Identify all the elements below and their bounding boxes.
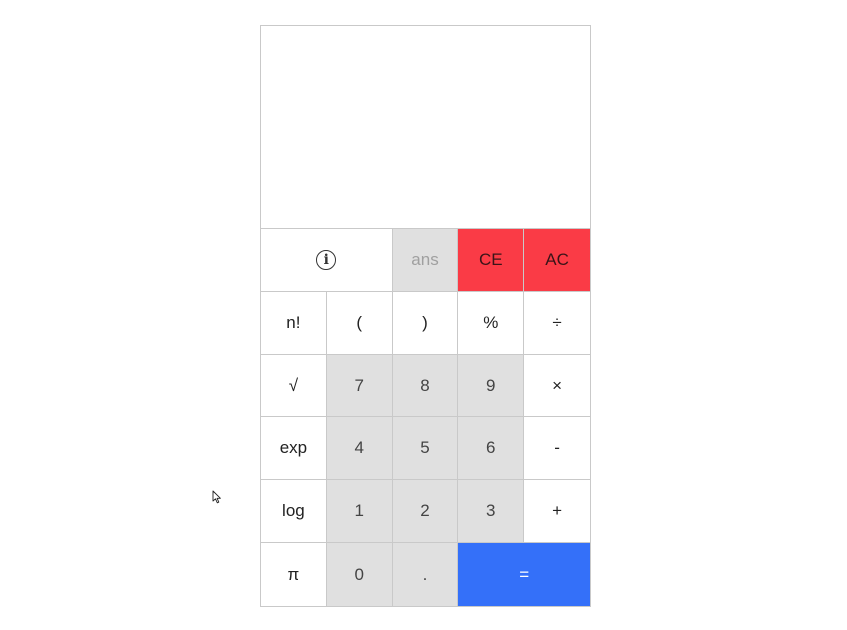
info-button[interactable]: i [261, 229, 393, 292]
keypad: i ans CE AC n! ( ) % ÷ √ 7 8 9 × exp 4 5… [261, 229, 590, 606]
decimal-button[interactable]: . [392, 543, 459, 606]
exp-button[interactable]: exp [261, 417, 327, 481]
pi-button[interactable]: π [261, 543, 327, 606]
open-paren-button[interactable]: ( [326, 291, 393, 355]
factorial-button[interactable]: n! [261, 291, 327, 355]
digit-2-button[interactable]: 2 [392, 480, 459, 544]
digit-1-button[interactable]: 1 [326, 480, 393, 544]
digit-0-button[interactable]: 0 [326, 543, 393, 606]
digit-7-button[interactable]: 7 [326, 354, 393, 418]
divide-button[interactable]: ÷ [524, 291, 590, 355]
digit-5-button[interactable]: 5 [392, 417, 459, 481]
sqrt-button[interactable]: √ [261, 354, 327, 418]
ans-button[interactable]: ans [392, 229, 459, 292]
plus-button[interactable]: + [524, 480, 590, 544]
clear-entry-button[interactable]: CE [458, 229, 525, 292]
digit-4-button[interactable]: 4 [326, 417, 393, 481]
info-icon: i [316, 249, 337, 270]
digit-6-button[interactable]: 6 [458, 417, 525, 481]
all-clear-button[interactable]: AC [524, 229, 590, 292]
digit-8-button[interactable]: 8 [392, 354, 459, 418]
equals-button[interactable]: = [458, 543, 590, 606]
log-button[interactable]: log [261, 480, 327, 544]
percent-button[interactable]: % [458, 291, 525, 355]
digit-9-button[interactable]: 9 [458, 354, 525, 418]
minus-button[interactable]: - [524, 417, 590, 481]
calculator-display [261, 26, 590, 229]
multiply-button[interactable]: × [524, 354, 590, 418]
calculator: i ans CE AC n! ( ) % ÷ √ 7 8 9 × exp 4 5… [260, 25, 591, 607]
mouse-pointer-icon [212, 490, 221, 504]
digit-3-button[interactable]: 3 [458, 480, 525, 544]
close-paren-button[interactable]: ) [392, 291, 459, 355]
